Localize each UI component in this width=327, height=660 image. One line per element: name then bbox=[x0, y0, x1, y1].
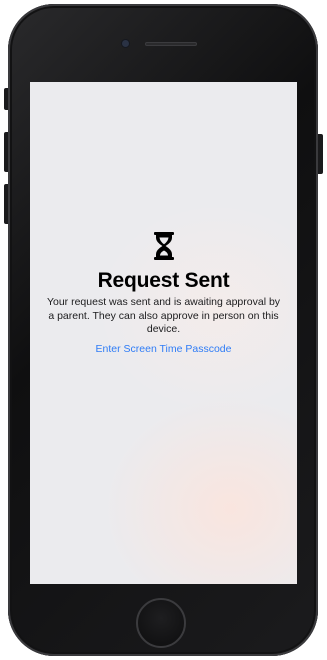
home-button[interactable] bbox=[136, 598, 186, 648]
screen: Request Sent Your request was sent and i… bbox=[30, 82, 297, 584]
hourglass-icon bbox=[153, 232, 174, 260]
request-sent-panel: Request Sent Your request was sent and i… bbox=[30, 232, 297, 357]
request-message: Your request was sent and is awaiting ap… bbox=[46, 296, 281, 335]
power-button bbox=[318, 134, 323, 174]
front-camera bbox=[122, 40, 129, 47]
enter-passcode-link[interactable]: Enter Screen Time Passcode bbox=[96, 343, 232, 356]
earpiece-speaker bbox=[145, 42, 197, 46]
page-title: Request Sent bbox=[97, 269, 230, 292]
device-mockup: Request Sent Your request was sent and i… bbox=[0, 0, 327, 660]
